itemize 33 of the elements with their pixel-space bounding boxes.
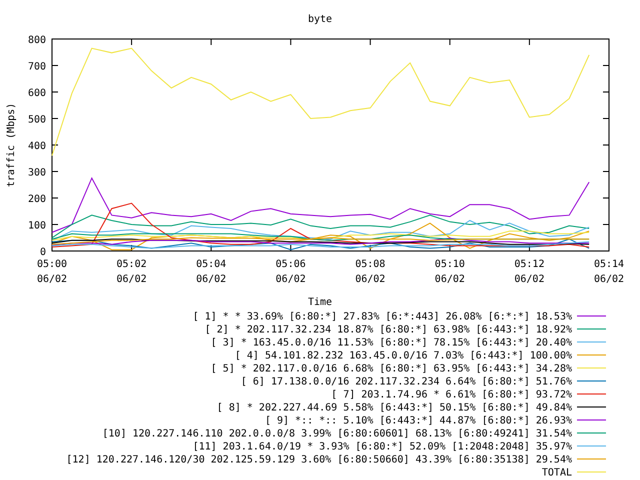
x-tick-label: 05:04 06/02 xyxy=(196,259,226,285)
legend-label: [ 9] *:: *:: 5.10% [6:443:*] 44.87% [6:80:*] 26.93% xyxy=(264,416,572,426)
legend-label: [ 4] 54.101.82.232 163.45.0.0/16 7.03% [6:443:*] 100.00% xyxy=(234,350,572,362)
y-tick-label: 400 xyxy=(28,141,46,152)
legend-label: [ 6] 17.138.0.0/16 202.117.32.234 6.64% [6:80:*] 51.76% xyxy=(240,376,572,388)
y-tick-label: 800 xyxy=(28,35,46,46)
legend-label: [ 7] 203.1.74.96 * 6.61% [6:80:*] 93.72% xyxy=(331,390,572,400)
y-tick-label: 600 xyxy=(28,88,46,99)
legend-label: TOTAL xyxy=(542,468,572,478)
legend-label: [ 5] * 202.117.0.0/16 6.68% [6:80:*] 63.95% [6:443:*] 34.28% xyxy=(210,364,572,374)
legend-label: [ 8] * 202.227.44.69 5.58% [6:443:*] 50.15% [6:80:*] 49.84% xyxy=(216,402,572,414)
y-tick-label: 300 xyxy=(28,168,46,178)
legend-label: [ 3] * 163.45.0.0/16 11.53% [6:80:*] 78.15% [6:443:*] 20.40% xyxy=(210,338,572,348)
chart-title: byte xyxy=(308,14,332,25)
legend-label: [ 2] * 202.117.32.234 18.87% [6:80:*] 63.98% [6:443:*] 18.92% xyxy=(204,324,572,336)
y-tick-label: 200 xyxy=(28,194,46,205)
y-tick-label: 500 xyxy=(28,114,46,126)
y-tick-label: 700 xyxy=(28,62,46,72)
x-tick-label: 05:02 06/02 xyxy=(116,259,147,285)
y-tick-label: 100 xyxy=(28,220,46,232)
x-tick-label: 05:00 06/02 xyxy=(36,259,68,285)
x-tick-label: 05:08 06/02 xyxy=(355,259,386,285)
x-axis-label: Time xyxy=(308,297,332,308)
legend-label: [11] 203.1.64.0/19 * 3.93% [6:80:*] 52.09% [1:2048:2048] 35.97% xyxy=(192,442,572,452)
y-tick-label: 0 xyxy=(40,247,46,258)
legend-label: [ 1] * * 33.69% [6:80:*] 27.83% [6:*:443] 26.08% [6:*:*] 18.53% xyxy=(192,312,572,322)
legend-label: [10] 120.227.146.110 202.0.0.0/8 3.99% [6:80:60601] 68.13% [6:80:49241] 31.54% xyxy=(102,428,572,440)
y-axis-label: traffic (Mbps) xyxy=(6,102,17,188)
x-tick-label: 05:12 06/02 xyxy=(514,259,544,285)
x-tick-label: 05:06 06/02 xyxy=(276,259,306,285)
x-tick-label: 05:14 06/02 xyxy=(594,259,624,285)
x-tick-label: 05:10 06/02 xyxy=(434,259,465,285)
legend-label: [12] 120.227.146.120/30 202.125.59.129 3.60% [6:80:50660] 43.39% [6:80:35138] 29.54% xyxy=(66,454,572,466)
